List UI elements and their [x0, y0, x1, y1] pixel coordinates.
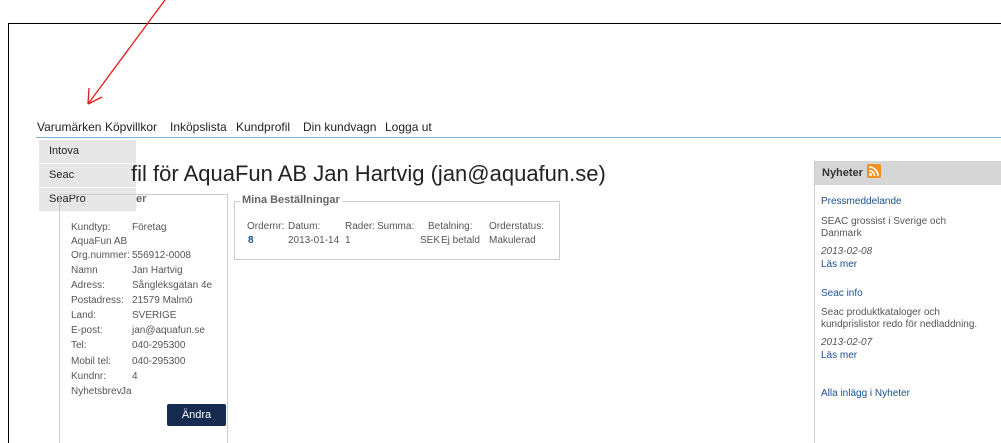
- dropdown-item-intova[interactable]: Intova: [39, 140, 136, 164]
- news-item-text-1a: SEAC grossist i Sverige och: [821, 216, 947, 227]
- news-item-text-2a: Seac produktkataloger och: [821, 307, 940, 318]
- nav-kopvillkor[interactable]: Köpvillkor: [105, 120, 157, 134]
- orders-header-rader: Rader:: [345, 221, 376, 232]
- field-nyhetsbrev: Nyhetsbrev: Ja: [71, 386, 132, 397]
- nav-kundprofil[interactable]: Kundprofil: [236, 120, 290, 134]
- edit-profile-button[interactable]: Ändra: [167, 404, 226, 426]
- field-orgnummer: Org.nummer: 556912-0008: [71, 250, 191, 261]
- news-item-readmore-2[interactable]: Läs mer: [821, 350, 857, 361]
- news-item-date-1: 2013-02-08: [821, 246, 873, 257]
- news-item-heading-2[interactable]: Seac info: [821, 288, 863, 299]
- news-item-readmore-1[interactable]: Läs mer: [821, 259, 857, 270]
- order-date: 2013-01-14: [288, 235, 340, 246]
- order-status: Makulerad: [489, 235, 536, 246]
- rss-icon[interactable]: [867, 164, 881, 178]
- nav-divider: [36, 137, 1001, 138]
- nav-varumarken[interactable]: Varumärken: [37, 120, 101, 134]
- dropdown-item-seac[interactable]: Seac: [39, 164, 136, 188]
- nav-logga-ut[interactable]: Logga ut: [385, 120, 432, 134]
- field-land: Land: SVERIGE: [71, 310, 177, 321]
- field-company: AquaFun AB: [71, 236, 128, 247]
- news-all-link[interactable]: Alla inlägg i Nyheter: [821, 388, 910, 399]
- orders-header-ordernr: Ordernr:: [247, 221, 285, 232]
- order-payment: Ej betald: [441, 235, 480, 246]
- customer-info-legend: er: [136, 193, 147, 205]
- order-sum: SEK: [420, 235, 441, 246]
- page-title: fil för AquaFun AB Jan Hartvig (jan@aqua…: [131, 161, 606, 186]
- field-namn: Namn Jan Hartvig: [71, 265, 183, 276]
- field-kundnr: Kundnr: 4: [71, 371, 138, 382]
- field-adress: Adress: Sångleksgatan 4e: [71, 280, 213, 291]
- orders-legend: Mina Beställningar: [240, 194, 342, 206]
- field-epost: E-post: jan@aquafun.se: [71, 325, 205, 336]
- news-item-date-2: 2013-02-07: [821, 337, 873, 348]
- field-postadress: Postadress: 21579 Malmö: [71, 295, 193, 306]
- field-tel: Tel: 040-295300: [71, 340, 186, 351]
- orders-header-datum: Datum:: [288, 221, 321, 232]
- field-kundtyp: Kundtyp: Företag: [71, 222, 167, 233]
- nav-inkopslista[interactable]: Inköpslista: [170, 120, 227, 134]
- orders-header-orderstatus: Orderstatus:: [489, 221, 545, 232]
- order-rows: 1: [345, 235, 351, 246]
- news-title: Nyheter: [822, 167, 863, 179]
- order-number-link[interactable]: 8: [248, 235, 254, 246]
- news-item-heading-1[interactable]: Pressmeddelande: [821, 196, 902, 207]
- nav-din-kundvagn[interactable]: Din kundvagn: [303, 120, 376, 134]
- field-mobiltel: Mobil tel: 040-295300: [71, 356, 186, 367]
- orders-header-betalning: Betalning:: [428, 221, 473, 232]
- news-item-text-2b: kundprislistor redo för nedladdning.: [821, 319, 978, 330]
- orders-header-summa: Summa:: [377, 221, 415, 232]
- news-item-text-1b: Danmark: [821, 228, 862, 239]
